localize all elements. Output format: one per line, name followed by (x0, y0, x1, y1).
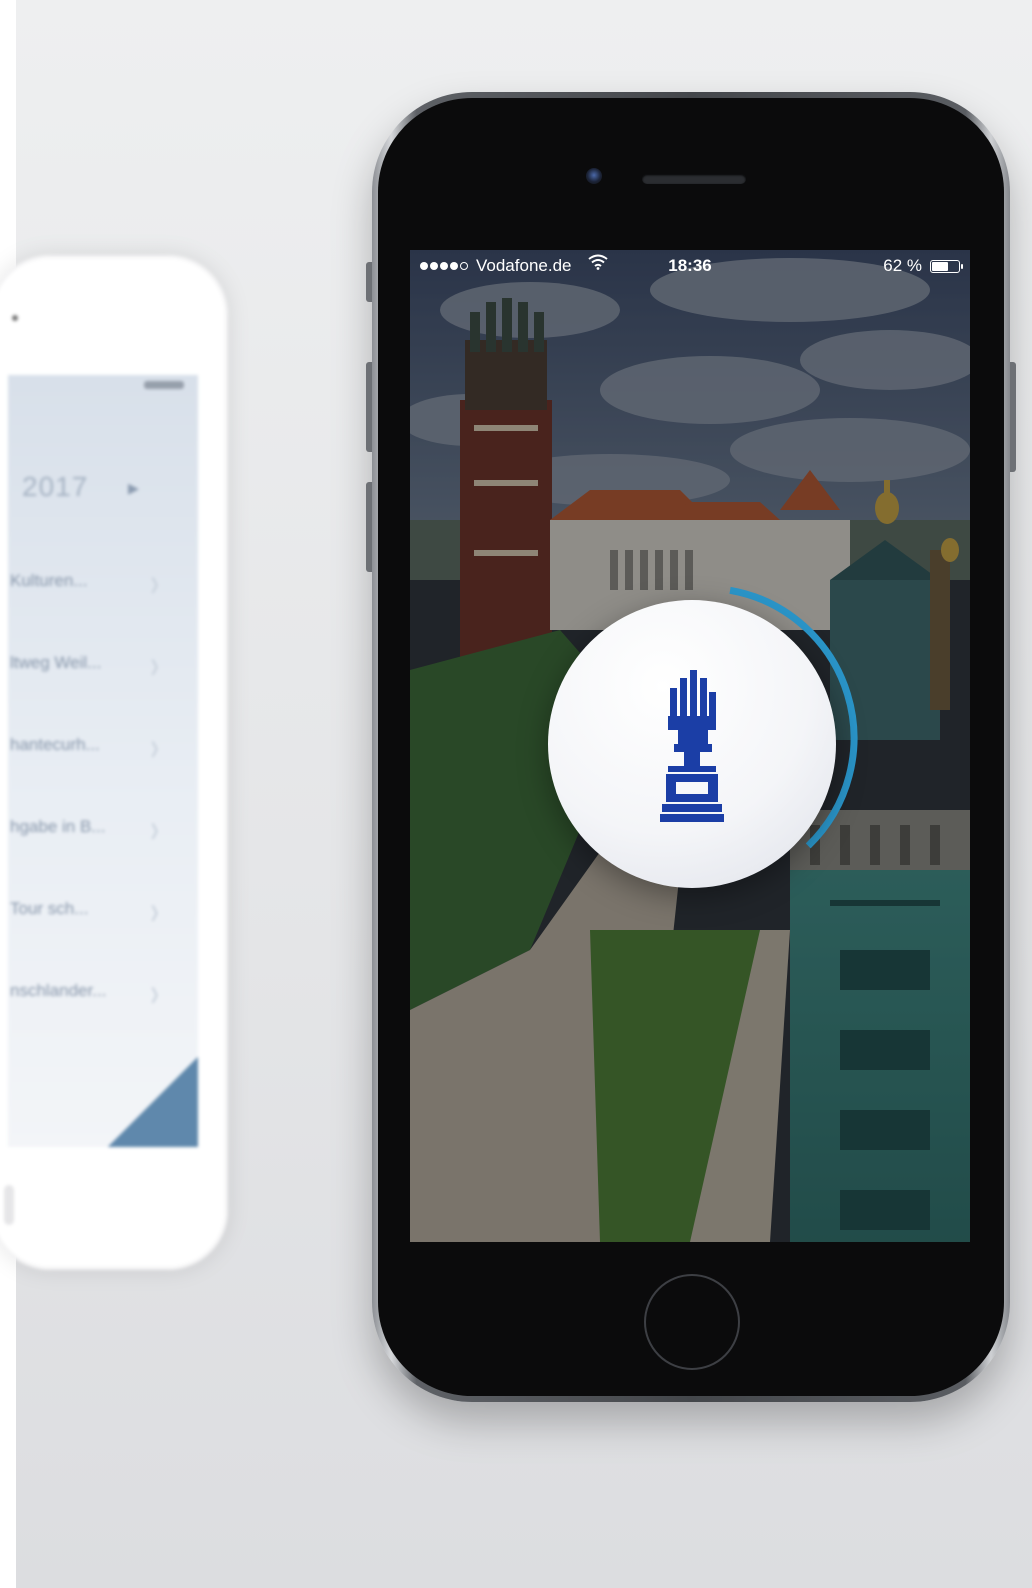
earpiece-speaker (642, 174, 746, 184)
volume-up-button (366, 362, 372, 452)
mute-switch (366, 262, 372, 302)
list-item-label: nschlander... (10, 981, 107, 1000)
list-item[interactable]: hantecurh... › (8, 719, 198, 779)
year-label: 2017 (22, 471, 89, 502)
list-item-label: hantecurh... (10, 735, 100, 754)
hand-arm-logo-icon (660, 670, 724, 822)
side-button (4, 1185, 14, 1225)
background-phone: 2017 ▸ Kulturen... › ltweg Weil... › hantecu… (0, 255, 228, 1270)
list-item[interactable]: nschlander... › (8, 965, 198, 1025)
status-bar: Vodafone.de 18:36 62 % (410, 250, 970, 284)
battery-icon (930, 260, 963, 273)
next-year-arrow-icon[interactable]: ▸ (128, 475, 139, 501)
power-button (1010, 362, 1016, 472)
app-screen: Vodafone.de 18:36 62 % (410, 250, 970, 1242)
list-item[interactable]: ltweg Weil... › (8, 637, 198, 697)
chevron-right-icon: › (150, 561, 159, 605)
battery-percentage: 62 % (883, 256, 922, 275)
list-item[interactable]: Kulturen... › (8, 555, 198, 615)
list-item-label: hgabe in B... (10, 817, 106, 836)
background-phone-screen: 2017 ▸ Kulturen... › ltweg Weil... › hantecu… (8, 375, 198, 1147)
chevron-right-icon: › (150, 889, 159, 933)
volume-down-button (366, 482, 372, 572)
list-item-label: Kulturen... (10, 571, 88, 590)
battery-icon (144, 381, 184, 389)
list-item-label: Tour sch... (10, 899, 89, 918)
chevron-right-icon: › (150, 971, 159, 1015)
sensor-icon (12, 315, 18, 321)
battery-fill (932, 262, 949, 271)
corner-tab[interactable] (108, 1057, 198, 1147)
chevron-right-icon: › (150, 643, 159, 687)
list-item-label: ltweg Weil... (10, 653, 102, 672)
app-logo-badge (548, 600, 836, 888)
home-button[interactable] (644, 1274, 740, 1370)
foreground-phone: Vodafone.de 18:36 62 % (366, 92, 1016, 1402)
chevron-right-icon: › (150, 725, 159, 769)
front-camera-icon (586, 168, 602, 184)
chevron-right-icon: › (150, 807, 159, 851)
list-item[interactable]: hgabe in B... › (8, 801, 198, 861)
phone-front: Vodafone.de 18:36 62 % (378, 98, 1004, 1396)
list-item[interactable]: Tour sch... › (8, 883, 198, 943)
